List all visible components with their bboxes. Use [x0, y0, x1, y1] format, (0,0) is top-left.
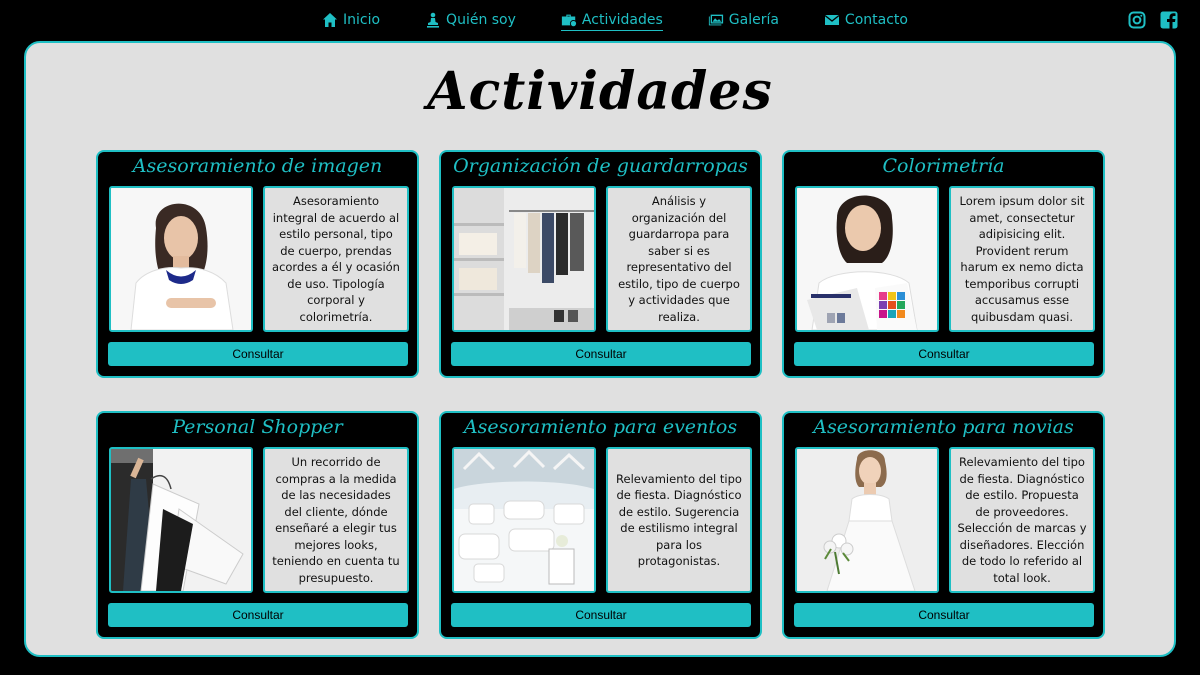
- main-panel: Actividades Asesoramiento de imagen Ases…: [24, 41, 1176, 657]
- card-photo: [795, 447, 939, 593]
- card-title: Organización de guardarropas: [453, 155, 748, 177]
- service-card: Personal Shopper Un recorrido de compras…: [96, 411, 419, 639]
- card-description: Relevamiento del tipo de fiesta. Diagnós…: [949, 447, 1095, 593]
- nav-item-label: Galería: [728, 12, 779, 28]
- card-description: Asesoramiento integral de acuerdo al est…: [263, 186, 409, 332]
- service-card: Asesoramiento para novias Relevamiento d…: [782, 411, 1105, 639]
- card-title: Asesoramiento de imagen: [132, 155, 383, 177]
- service-card: Colorimetría Lorem ipsum dolor sit amet,…: [782, 150, 1105, 378]
- instagram-icon[interactable]: [1128, 11, 1146, 29]
- card-description: Análisis y organización del guardarropa …: [606, 186, 752, 332]
- nav-item-galeria[interactable]: Galería: [708, 12, 779, 31]
- card-title: Colorimetría: [882, 155, 1005, 177]
- service-card: Asesoramiento de imagen Asesoramiento in…: [96, 150, 419, 378]
- card-description: Relevamiento del tipo de fiesta. Diagnós…: [606, 447, 752, 593]
- card-description: Un recorrido de compras a la medida de l…: [263, 447, 409, 593]
- nav-item-actividades[interactable]: Actividades: [560, 12, 663, 31]
- facebook-icon[interactable]: [1160, 11, 1178, 29]
- home-icon: [323, 13, 337, 27]
- card-title: Asesoramiento para novias: [813, 416, 1074, 438]
- service-card: Asesoramiento para eventos Relevamiento …: [439, 411, 762, 639]
- nav-item-label: Quién soy: [446, 12, 516, 28]
- briefcase-icon: [561, 14, 577, 28]
- card-photo: [109, 186, 253, 332]
- top-nav: Inicio Quién soy Actividades Galería Con…: [0, 0, 1200, 42]
- card-title: Personal Shopper: [172, 416, 343, 438]
- card-photo: [452, 447, 596, 593]
- consultar-button[interactable]: Consultar: [451, 603, 751, 627]
- consultar-button[interactable]: Consultar: [794, 342, 1094, 366]
- nav-item-label: Inicio: [343, 12, 381, 28]
- nav-links: Inicio Quién soy Actividades Galería Con…: [322, 12, 953, 31]
- nav-item-inicio[interactable]: Inicio: [322, 12, 380, 31]
- nav-item-quien-soy[interactable]: Quién soy: [425, 12, 516, 31]
- card-title: Asesoramiento para eventos: [463, 416, 738, 438]
- gallery-icon: [708, 14, 723, 26]
- envelope-icon: [824, 14, 840, 25]
- person-icon: [427, 12, 440, 28]
- nav-item-label: Contacto: [844, 12, 908, 28]
- social-links: [1128, 11, 1178, 29]
- service-card: Organización de guardarropas Análisis y …: [439, 150, 762, 378]
- card-photo: [795, 186, 939, 332]
- card-photo: [452, 186, 596, 332]
- page-title: Actividades: [427, 61, 773, 122]
- card-description: Lorem ipsum dolor sit amet, consectetur …: [949, 186, 1095, 332]
- card-photo: [109, 447, 253, 593]
- nav-item-label: Actividades: [581, 12, 663, 28]
- consultar-button[interactable]: Consultar: [794, 603, 1094, 627]
- nav-item-contacto[interactable]: Contacto: [824, 12, 908, 31]
- consultar-button[interactable]: Consultar: [108, 342, 408, 366]
- consultar-button[interactable]: Consultar: [451, 342, 751, 366]
- consultar-button[interactable]: Consultar: [108, 603, 408, 627]
